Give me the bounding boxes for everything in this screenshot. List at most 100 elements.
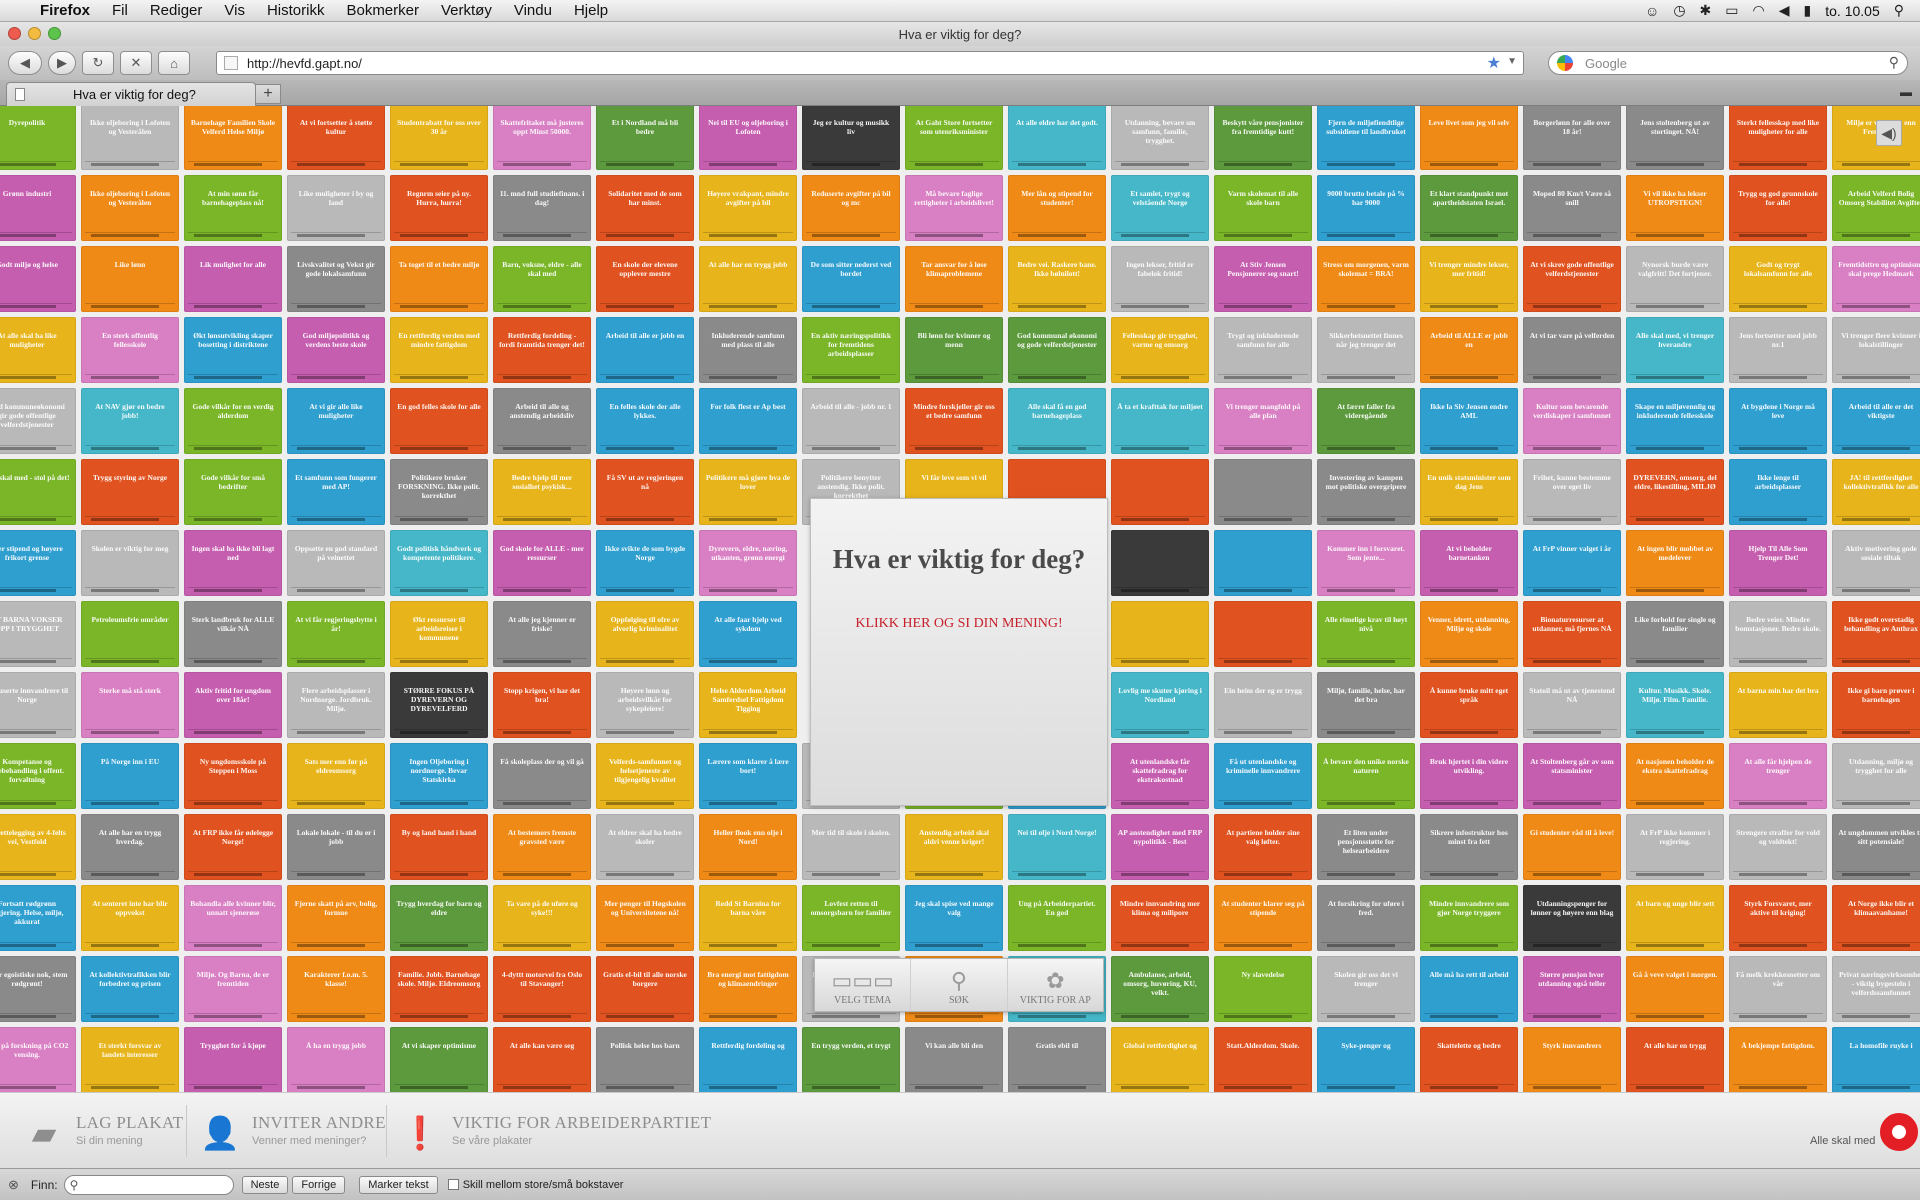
poster-tile[interactable]: DYREVERN, omsorg, del eldre, likestillin… bbox=[1626, 459, 1724, 525]
poster-tile[interactable]: At alle har en trygg jobb bbox=[699, 246, 797, 312]
poster-tile[interactable]: Få ut utenlandske og kriminelle innvandr… bbox=[1214, 743, 1312, 809]
menu-verktoy[interactable]: Verktøy bbox=[441, 2, 492, 19]
zoom-window-button[interactable] bbox=[48, 27, 61, 40]
poster-tile[interactable]: Vi kan alle bli den bbox=[905, 1027, 1003, 1092]
google-engine-icon[interactable] bbox=[1557, 55, 1573, 71]
poster-tile[interactable]: Trygghet for å kjøpe bbox=[184, 1027, 282, 1092]
poster-tile[interactable]: Alle skal få en god barnehageplass bbox=[1008, 388, 1106, 454]
poster-tile[interactable]: At vi beholder barnetanken bbox=[1420, 530, 1518, 596]
poster-tile[interactable]: Gode vilkår for små bedrifter bbox=[184, 459, 282, 525]
poster-tile[interactable]: At FrP ikke kommer i regjering. bbox=[1626, 814, 1724, 880]
forward-button[interactable]: ▶ bbox=[48, 51, 76, 75]
poster-tile[interactable]: Flere arbeidsplasser i Nordnorge. Jordbr… bbox=[287, 672, 385, 738]
poster-tile[interactable]: Lik mulighet for alle bbox=[184, 246, 282, 312]
poster-tile[interactable]: Arbeid Velferd Bolig Omsorg Stabilitet A… bbox=[1832, 175, 1920, 241]
search-icon[interactable]: ⚲ bbox=[1889, 54, 1899, 71]
poster-tile[interactable]: Arbeid til alle og anstendig arbeidsliv bbox=[493, 388, 591, 454]
poster-tile[interactable]: At senteret inte har blir oppvokst bbox=[81, 885, 179, 951]
poster-tile[interactable]: Vi trenger flere kvinner i lokalstilling… bbox=[1832, 317, 1920, 383]
poster-tile[interactable]: Oppsette en god standard på veinettet bbox=[287, 530, 385, 596]
poster-tile[interactable]: En unik statsminister som dag Jens bbox=[1420, 459, 1518, 525]
poster-tile[interactable]: Trygt og inkluderende samfunn for alle bbox=[1214, 317, 1312, 383]
poster-tile[interactable]: Godt miljø og helse bbox=[0, 246, 76, 312]
poster-tile[interactable]: Å bekjempe fattigdom. bbox=[1729, 1027, 1827, 1092]
poster-tile[interactable]: Miljø. Og Barna, de er fremtiden bbox=[184, 956, 282, 1022]
poster-tile[interactable]: At vi skaper optimisme bbox=[390, 1027, 488, 1092]
poster-tile[interactable]: Høyere lønn og arbeidsvilkår for sykeple… bbox=[596, 672, 694, 738]
poster-tile[interactable]: Kommer inn i forsvaret. Som jente... bbox=[1317, 530, 1415, 596]
poster-tile[interactable]: At utenlandske får skattefradrag for eks… bbox=[1111, 743, 1209, 809]
poster-tile[interactable]: Trygg hverdag for barn og eldre bbox=[390, 885, 488, 951]
invite-others-button[interactable]: 👤 INVITER ANDRE Venner med meninger? bbox=[198, 1113, 386, 1153]
poster-tile[interactable]: Vi er egoistiske nok, stem rødgrønt! bbox=[0, 956, 76, 1022]
url-history-dropdown-icon[interactable]: ▼ bbox=[1507, 56, 1517, 67]
poster-tile[interactable] bbox=[1111, 601, 1209, 667]
poster-tile[interactable]: Karakterer f.o.m. 5. klasse! bbox=[287, 956, 385, 1022]
poster-tile[interactable]: Mer penger til Høgskolen og Universitete… bbox=[596, 885, 694, 951]
reload-button[interactable]: ↻ bbox=[82, 51, 114, 75]
poster-tile[interactable]: Inkluderende samfunn med plass til alle bbox=[699, 317, 797, 383]
poster-tile[interactable]: At FRP ikke får ødelegge Norge! bbox=[184, 814, 282, 880]
poster-tile[interactable]: Å ha en trygg jobb bbox=[287, 1027, 385, 1092]
new-tab-button[interactable]: + bbox=[255, 84, 281, 104]
poster-tile[interactable]: Bli lønn for kvinner og menn bbox=[905, 317, 1003, 383]
poster-tile[interactable]: Fjerne skatt på arv, bolig, formue bbox=[287, 885, 385, 951]
poster-tile[interactable]: Ambulanse, arbeid, omsorg, huvøring, KU,… bbox=[1111, 956, 1209, 1022]
poster-tile[interactable]: AT BARNA VOKSER OPP I TRYGGHET bbox=[0, 601, 76, 667]
poster-tile[interactable]: Trygg og god grunnskole for alle! bbox=[1729, 175, 1827, 241]
poster-tile[interactable]: Like lønn bbox=[81, 246, 179, 312]
poster-tile[interactable]: Velferds-samfunnet og helsetjeneste av t… bbox=[596, 743, 694, 809]
poster-tile[interactable]: Solidaritet med de som har minst. bbox=[596, 175, 694, 241]
poster-tile[interactable]: Mindre innvandrere som gjør Norge trygge… bbox=[1420, 885, 1518, 951]
menu-rediger[interactable]: Rediger bbox=[150, 2, 203, 19]
volume-icon[interactable]: ◀ bbox=[1779, 2, 1790, 19]
poster-tile[interactable]: At Stoltenberg går av som statsminister bbox=[1523, 743, 1621, 809]
poster-tile[interactable]: Anstendig arbeid skal aldri venne kriger… bbox=[905, 814, 1003, 880]
poster-tile[interactable]: La homofile ruyke i bbox=[1832, 1027, 1920, 1092]
menu-historikk[interactable]: Historikk bbox=[267, 2, 325, 19]
poster-tile[interactable]: Et klart standpunkt mot apartheidstaten … bbox=[1420, 175, 1518, 241]
poster-tile[interactable]: At vi gir alle like muligheter bbox=[287, 388, 385, 454]
close-window-button[interactable] bbox=[8, 27, 21, 40]
poster-tile[interactable]: 9000 brutto betale på % har 9000 bbox=[1317, 175, 1415, 241]
poster-tile[interactable] bbox=[1214, 601, 1312, 667]
poster-tile[interactable]: Stopp krigen, vi har det bra! bbox=[493, 672, 591, 738]
find-input[interactable] bbox=[63, 1174, 234, 1195]
poster-tile[interactable] bbox=[1111, 459, 1209, 525]
poster-tile[interactable]: Reduserte avgifter på bil og mc bbox=[802, 175, 900, 241]
poster-tile[interactable]: Jens stoltenberg ut av stortinget. NÅ! bbox=[1626, 106, 1724, 170]
poster-tile[interactable]: At NAV gjør en bedre jobb! bbox=[81, 388, 179, 454]
menu-bokmerker[interactable]: Bokmerker bbox=[346, 2, 419, 19]
poster-tile[interactable]: Arbeid til alle - jobb nr. 1 bbox=[802, 388, 900, 454]
poster-tile[interactable]: Høyere vrakpant, mindre avgifter på bil bbox=[699, 175, 797, 241]
say-your-opinion-link[interactable]: KLIKK HER OG SI DIN MENING! bbox=[811, 615, 1107, 632]
poster-tile[interactable]: At vi fortsetter å støtte kultur bbox=[287, 106, 385, 170]
poster-tile[interactable]: At Stiv Jensen Pensjonerer seg snart! bbox=[1214, 246, 1312, 312]
poster-tile[interactable]: Lovlig me skuter kjøring i Nordland bbox=[1111, 672, 1209, 738]
poster-tile[interactable]: At partiene holder sine valg løfter. bbox=[1214, 814, 1312, 880]
wifi-icon[interactable]: ◠ bbox=[1753, 2, 1765, 19]
poster-tile[interactable]: Studentrabatt for oss over 30 år bbox=[390, 106, 488, 170]
poster-tile[interactable]: At vi tar vare på velferden bbox=[1523, 317, 1621, 383]
poster-tile[interactable]: At færre faller fra videregående bbox=[1317, 388, 1415, 454]
poster-tile[interactable]: Sats mer enn før på eldreomsorg bbox=[287, 743, 385, 809]
poster-tile[interactable]: Moped 80 Km/t Være så snill bbox=[1523, 175, 1621, 241]
poster-tile[interactable]: At ungdommen utvikles til sitt potensial… bbox=[1832, 814, 1920, 880]
poster-tile[interactable]: Godt og trygt lokalsamfunn for alle bbox=[1729, 246, 1827, 312]
poster-tile[interactable]: En trygg verden, et trygt bbox=[802, 1027, 900, 1092]
poster-tile[interactable]: Oppfølging til ofre av alvorlig kriminal… bbox=[596, 601, 694, 667]
ap-rose-logo[interactable] bbox=[1880, 1113, 1918, 1151]
poster-tile[interactable]: Tar ansvar for å løse klimaproblemene bbox=[905, 246, 1003, 312]
poster-tile[interactable] bbox=[1111, 530, 1209, 596]
question-card[interactable]: Hva er viktig for deg? KLIKK HER OG SI D… bbox=[810, 498, 1108, 806]
poster-tile[interactable]: Bohandla alle kvinner blir, unnatt sjene… bbox=[184, 885, 282, 951]
poster-tile[interactable]: At kollektivtrafikken blir forbedret og … bbox=[81, 956, 179, 1022]
poster-tile[interactable]: Gi studenter råd til å leve! bbox=[1523, 814, 1621, 880]
poster-tile[interactable] bbox=[1214, 530, 1312, 596]
poster-tile[interactable]: At vi skrev gode offentlige velferdstjen… bbox=[1523, 246, 1621, 312]
poster-tile[interactable]: Lærere som klarer å lære bort! bbox=[699, 743, 797, 809]
poster-tile[interactable]: Vi vil ikke ha lekser UTROPSTEGN! bbox=[1626, 175, 1724, 241]
poster-tile[interactable]: Bedre veier. Mindre bomstasjoner. Bedre … bbox=[1729, 601, 1827, 667]
poster-tile[interactable]: Dyrevern, eldre, næring, utkanten, grønn… bbox=[699, 530, 797, 596]
poster-tile[interactable]: Sterke må stå sterk bbox=[81, 672, 179, 738]
